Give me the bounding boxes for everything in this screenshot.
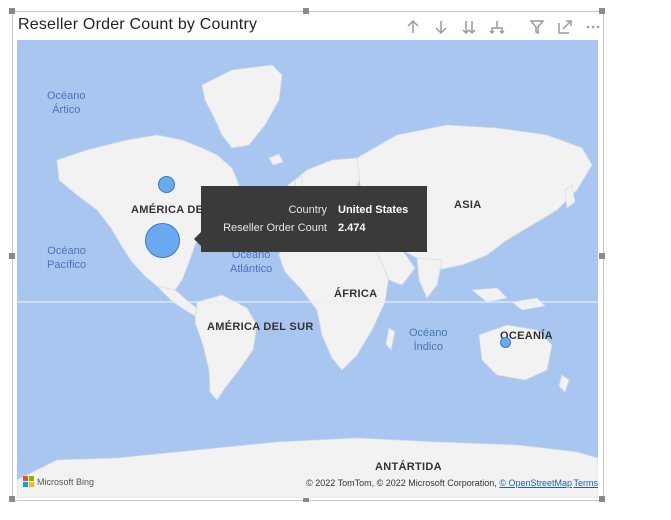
resize-handle[interactable] [9, 8, 15, 14]
resize-handle[interactable] [9, 496, 15, 502]
tooltip-row-country: Country United States [201, 204, 427, 220]
ocean-label-line: Pacífico [47, 259, 87, 271]
tooltip-pointer [194, 232, 201, 246]
data-bubble-canada[interactable] [158, 176, 175, 193]
bing-brand: Microsoft Bing [23, 476, 94, 487]
resize-handle[interactable] [599, 496, 605, 502]
tooltip-row-metric: Reseller Order Count 2.474 [201, 222, 427, 238]
map-attribution-footer: Microsoft Bing © 2022 TomTom, © 2022 Mic… [17, 476, 598, 492]
focus-mode-icon[interactable] [556, 18, 574, 36]
region-label-africa: ÁFRICA [334, 288, 378, 300]
tooltip-country-label: Country [288, 204, 327, 216]
tooltip-metric-label: Reseller Order Count [223, 222, 327, 234]
resize-handle[interactable] [599, 8, 605, 14]
world-map[interactable]: Océano Ártico Océano Pacífico Océano Atl… [17, 40, 598, 498]
visual-header-toolbar [404, 18, 602, 36]
ocean-label-line: Océano [47, 90, 86, 102]
region-label-antarctica: ANTÁRTIDA [375, 461, 442, 473]
ocean-label-line: Ártico [52, 104, 81, 116]
ocean-label-line: Índico [413, 341, 443, 353]
ocean-label-indian: Océano Índico [409, 326, 448, 354]
visual-title: Reseller Order Count by Country [18, 16, 258, 33]
region-label-south-america: AMÉRICA DEL SUR [207, 321, 314, 333]
bing-brand-text: Microsoft Bing [37, 476, 95, 487]
data-bubble-australia[interactable] [500, 337, 511, 348]
tooltip-metric-value: 2.474 [338, 222, 366, 234]
ocean-label-line: Océano [47, 245, 86, 257]
arrow-down-icon[interactable] [432, 18, 450, 36]
data-bubble-united-states[interactable] [145, 223, 180, 258]
double-arrow-down-icon[interactable] [460, 18, 478, 36]
openstreetmap-link[interactable]: © OpenStreetMap [499, 478, 572, 488]
ocean-label-arctic: Océano Ártico [47, 89, 86, 117]
ocean-label-atlantic: Océano Atlántico [230, 248, 272, 276]
ocean-label-line: Océano [409, 327, 448, 339]
tooltip-country-value: United States [338, 204, 409, 216]
copyright-label: © 2022 TomTom, © 2022 Microsoft Corporat… [306, 478, 497, 488]
region-label-asia: ASIA [454, 199, 482, 211]
microsoft-logo-icon [23, 476, 34, 487]
terms-link[interactable]: Terms [574, 478, 599, 488]
more-options-icon[interactable] [584, 18, 602, 36]
copyright-text: © 2022 TomTom, © 2022 Microsoft Corporat… [306, 478, 572, 488]
ocean-label-line: Atlántico [230, 263, 273, 275]
resize-handle[interactable] [303, 8, 309, 14]
arrow-up-icon[interactable] [404, 18, 422, 36]
ocean-label-pacific: Océano Pacífico [47, 244, 86, 272]
map-land-layer [17, 64, 598, 498]
filter-icon[interactable] [528, 18, 546, 36]
resize-handle[interactable] [599, 253, 605, 259]
expand-hierarchy-icon[interactable] [488, 18, 506, 36]
resize-handle[interactable] [9, 253, 15, 259]
data-tooltip: Country United States Reseller Order Cou… [201, 186, 427, 252]
